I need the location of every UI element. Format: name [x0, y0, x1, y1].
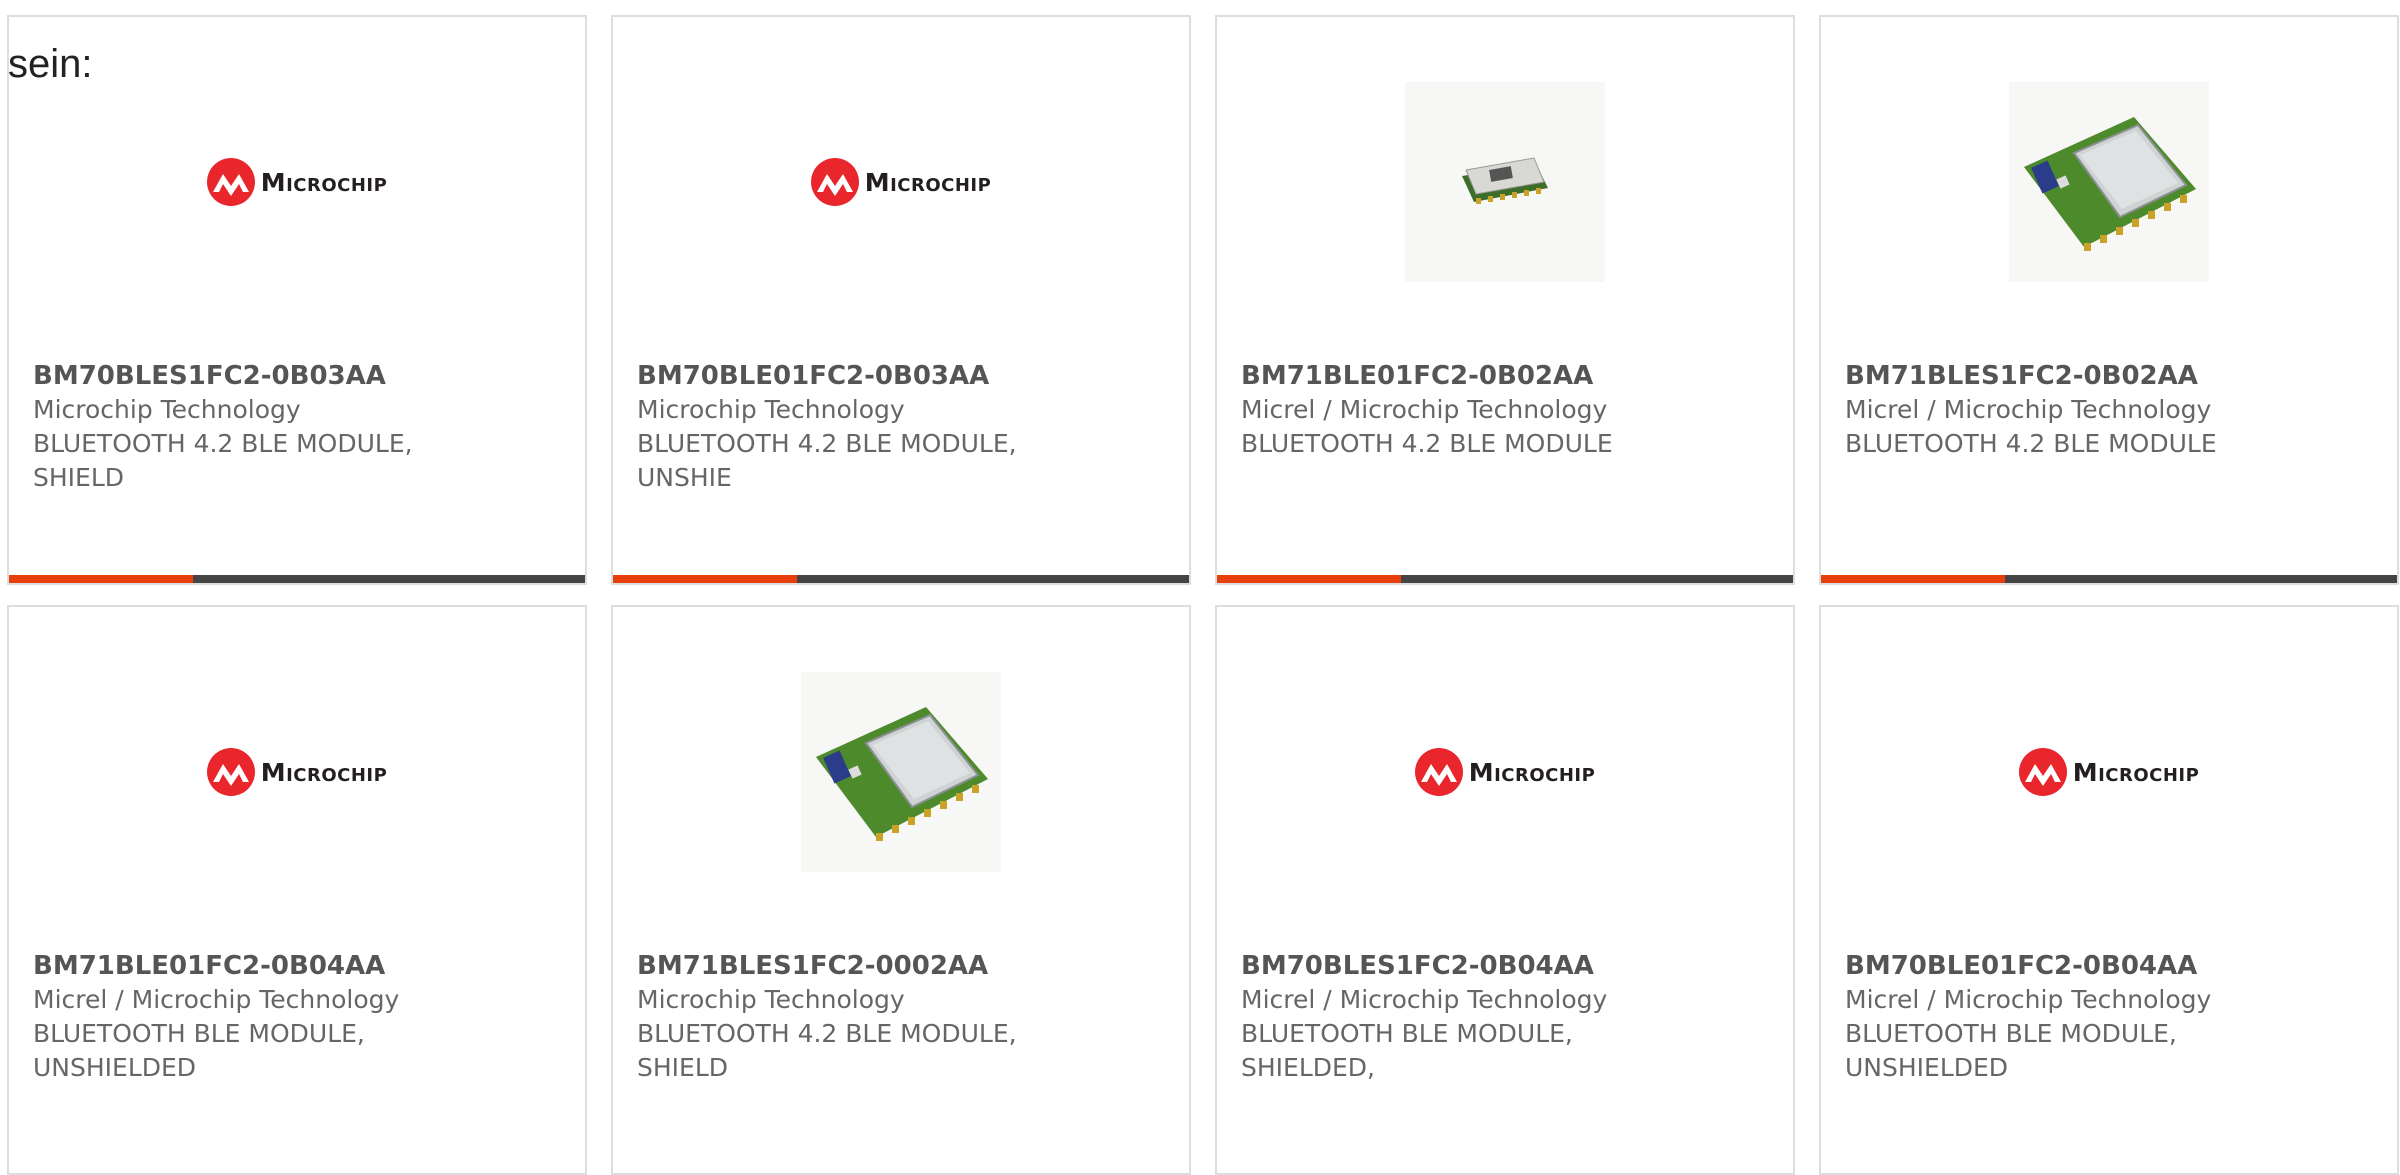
card-accent-bar [1217, 575, 1793, 583]
product-card[interactable]: BM71BLE01FC2-0B02AA Micrel / Microchip Te… [1215, 15, 1795, 585]
shielded-module-icon [816, 707, 988, 841]
microchip-logo-text: Microchip [2072, 757, 2200, 787]
product-description: BLUETOOTH BLE MODULE, UNSHIELDED [33, 1019, 365, 1082]
product-description: BLUETOOTH BLE MODULE, UNSHIELDED [1845, 1019, 2177, 1082]
module-photo [2009, 82, 2209, 282]
microchip-logo-icon [810, 158, 859, 206]
microchip-logo-text: Microchip [260, 757, 388, 787]
intro-text: sein: [8, 42, 93, 86]
shielded-module-icon [2024, 117, 2196, 251]
product-description: BLUETOOTH 4.2 BLE MODULE [1241, 429, 1613, 458]
product-card[interactable]: Microchip BM71BLE01FC2-0B04AA Micrel / Mi… [7, 605, 587, 1175]
card-accent-bar [9, 575, 585, 583]
product-info: BM70BLES1FC2-0B04AA Micrel / Microchip Te… [1241, 949, 1769, 1085]
microchip-logo: Microchip [2018, 748, 2200, 796]
product-info: BM70BLES1FC2-0B03AA Microchip Technology B… [33, 359, 561, 495]
microchip-logo-icon [1414, 748, 1463, 796]
microchip-logo: Microchip [206, 158, 388, 206]
microchip-logo-icon [206, 748, 255, 796]
product-card[interactable]: BM71BLES1FC2-0002AA Microchip Technology B… [611, 605, 1191, 1175]
product-image[interactable]: Microchip [9, 667, 585, 877]
part-number-link[interactable]: BM71BLES1FC2-0B02AA [1845, 359, 2373, 393]
product-image[interactable]: Microchip [1217, 667, 1793, 877]
product-card[interactable]: BM71BLES1FC2-0B02AA Micrel / Microchip Te… [1819, 15, 2399, 585]
product-image[interactable] [1821, 77, 2397, 287]
product-info: BM71BLES1FC2-0B02AA Micrel / Microchip Te… [1845, 359, 2373, 461]
product-image[interactable]: Microchip [9, 77, 585, 287]
product-image[interactable] [1217, 77, 1793, 287]
product-card[interactable]: Microchip BM70BLE01FC2-0B04AA Micrel / Mi… [1819, 605, 2399, 1175]
microchip-logo-text: Microchip [864, 167, 992, 197]
product-grid: Microchip BM70BLES1FC2-0B03AA Microchip T… [7, 15, 2400, 1175]
product-card[interactable]: Microchip BM70BLES1FC2-0B03AA Microchip T… [7, 15, 587, 585]
product-info: BM70BLE01FC2-0B04AA Micrel / Microchip Te… [1845, 949, 2373, 1085]
manufacturer-name: Micrel / Microchip Technology [1845, 395, 2212, 424]
part-number-link[interactable]: BM71BLES1FC2-0002AA [637, 949, 1165, 983]
part-number-link[interactable]: BM70BLE01FC2-0B03AA [637, 359, 1165, 393]
card-accent-bar-fill [1821, 575, 2005, 583]
product-description: BLUETOOTH 4.2 BLE MODULE, UNSHIE [637, 429, 1017, 492]
manufacturer-name: Micrel / Microchip Technology [1241, 985, 1608, 1014]
part-number-link[interactable]: BM70BLE01FC2-0B04AA [1845, 949, 2373, 983]
manufacturer-name: Microchip Technology [637, 395, 905, 424]
card-accent-bar [1821, 575, 2397, 583]
part-number-link[interactable]: BM70BLES1FC2-0B03AA [33, 359, 561, 393]
product-description: BLUETOOTH 4.2 BLE MODULE, SHIELD [637, 1019, 1017, 1082]
product-image[interactable]: Microchip [1821, 667, 2397, 877]
microchip-logo-text: Microchip [260, 167, 388, 197]
card-accent-bar-fill [613, 575, 797, 583]
microchip-logo-text: Microchip [1468, 757, 1596, 787]
product-info: BM71BLES1FC2-0002AA Microchip Technology B… [637, 949, 1165, 1085]
card-accent-bar-fill [1217, 575, 1401, 583]
product-info: BM71BLE01FC2-0B04AA Micrel / Microchip Te… [33, 949, 561, 1085]
product-info: BM71BLE01FC2-0B02AA Micrel / Microchip Te… [1241, 359, 1769, 461]
product-image[interactable] [613, 667, 1189, 877]
module-photo [801, 672, 1001, 872]
product-card[interactable]: Microchip BM70BLE01FC2-0B03AA Microchip T… [611, 15, 1191, 585]
microchip-logo: Microchip [1414, 748, 1596, 796]
manufacturer-name: Micrel / Microchip Technology [33, 985, 400, 1014]
product-description: BLUETOOTH 4.2 BLE MODULE, SHIELD [33, 429, 413, 492]
microchip-logo: Microchip [810, 158, 992, 206]
product-card[interactable]: Microchip BM70BLES1FC2-0B04AA Micrel / Mi… [1215, 605, 1795, 1175]
card-accent-bar-fill [9, 575, 193, 583]
product-description: BLUETOOTH 4.2 BLE MODULE [1845, 429, 2217, 458]
part-number-link[interactable]: BM71BLE01FC2-0B02AA [1241, 359, 1769, 393]
manufacturer-name: Micrel / Microchip Technology [1845, 985, 2212, 1014]
microchip-logo: Microchip [206, 748, 388, 796]
product-info: BM70BLE01FC2-0B03AA Microchip Technology B… [637, 359, 1165, 495]
card-accent-bar [613, 575, 1189, 583]
product-description: BLUETOOTH BLE MODULE, SHIELDED, [1241, 1019, 1573, 1082]
part-number-link[interactable]: BM71BLE01FC2-0B04AA [33, 949, 561, 983]
microchip-logo-icon [2018, 748, 2067, 796]
manufacturer-name: Microchip Technology [33, 395, 301, 424]
manufacturer-name: Microchip Technology [637, 985, 905, 1014]
product-image[interactable]: Microchip [613, 77, 1189, 287]
manufacturer-name: Micrel / Microchip Technology [1241, 395, 1608, 424]
small-module-icon [1462, 157, 1548, 204]
part-number-link[interactable]: BM70BLES1FC2-0B04AA [1241, 949, 1769, 983]
microchip-logo-icon [206, 158, 255, 206]
module-photo [1405, 82, 1605, 282]
